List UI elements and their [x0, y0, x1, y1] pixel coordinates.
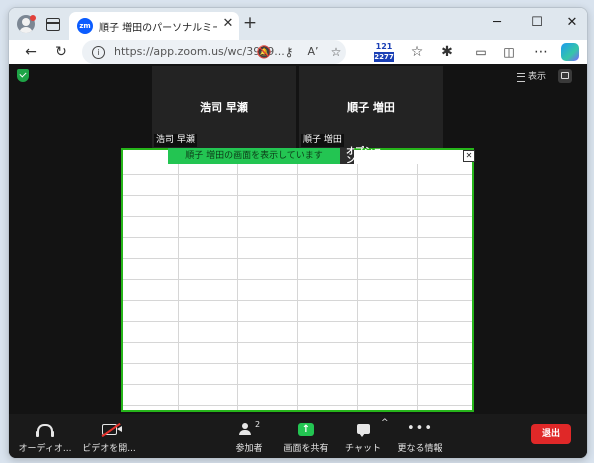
share-screen-button[interactable]: ↑ 画面を共有 [281, 420, 331, 456]
browser-toolbar: ← ↻ i https://app.zoom.us/wc/3909... 🔕 ⚷… [9, 40, 587, 64]
shared-spreadsheet-grid [123, 164, 472, 410]
more-dots-icon: ••• [406, 421, 433, 436]
video-off-icon [101, 423, 122, 435]
more-label: 更なる情報 [397, 444, 443, 454]
participants-label: 参加者 [235, 444, 263, 454]
close-window-button[interactable]: ✕ [561, 14, 583, 32]
chat-icon [356, 424, 370, 437]
participant-label: 浩司 早瀬 [154, 134, 197, 147]
view-button[interactable]: 表示 [517, 69, 546, 85]
read-aloud-icon[interactable]: Aʼ [304, 42, 322, 62]
picture-in-picture-icon[interactable] [558, 69, 572, 83]
leave-button[interactable]: 退出 [531, 424, 571, 444]
share-status-text: 順子 増田の画面を表示しています [168, 148, 340, 164]
share-screen-icon: ↑ [298, 422, 314, 436]
maximize-button[interactable]: ☐ [526, 14, 548, 32]
participant-label: 順子 増田 [301, 134, 344, 147]
view-options-label-1: オプションを表 [346, 147, 383, 166]
tab-title: 順子 増田のパーソナルミーティングルー [99, 23, 217, 34]
tab-strip: zm 順子 増田のパーソナルミーティングルー ✕ + ─ ☐ ✕ [9, 8, 587, 40]
new-tab-button[interactable]: + [241, 14, 259, 32]
participants-icon [238, 423, 254, 435]
headset-icon [36, 423, 54, 437]
cast-icon[interactable]: ▭ [471, 42, 491, 62]
audio-label: オーディオ... [18, 444, 72, 454]
audio-button[interactable]: オーディオ... [13, 420, 77, 456]
notifications-off-icon[interactable]: 🔕 [255, 42, 273, 62]
share-status-bar: 順子 増田の画面を表示しています オプションを表 示 ⌄ [168, 148, 422, 175]
extension-badge-bottom: 2277 [374, 52, 394, 62]
meeting-controls-bar: オーディオ... ビデオを開... 2 参加者 ↑ 画面を共有 チャット ^ •… [9, 414, 587, 458]
more-icon[interactable]: ⋯ [531, 42, 551, 62]
key-icon[interactable]: ⚷ [280, 42, 298, 62]
tab-zoom-meeting[interactable]: zm 順子 増田のパーソナルミーティングルー ✕ [69, 12, 239, 40]
minimize-button[interactable]: ─ [486, 14, 508, 32]
tab-actions-icon[interactable] [46, 18, 60, 31]
favorite-star-icon[interactable]: ☆ [327, 42, 345, 62]
chat-button[interactable]: チャット [343, 420, 383, 456]
participant-tile[interactable]: 順子 増田 順子 増田 [299, 66, 443, 148]
extension-badge-icon[interactable]: 121 2277 [374, 43, 394, 62]
tab-close-icon[interactable]: ✕ [221, 17, 235, 31]
back-icon[interactable]: ← [21, 42, 41, 62]
extensions-icon[interactable]: ✱ [437, 42, 457, 62]
notification-dot [30, 15, 36, 21]
more-button[interactable]: ••• 更なる情報 [395, 420, 445, 456]
shared-screen[interactable] [121, 148, 474, 412]
share-screen-label: 画面を共有 [283, 444, 329, 454]
refresh-icon[interactable]: ↻ [51, 42, 71, 62]
view-options-button[interactable]: オプションを表 示 ⌄ [346, 147, 422, 175]
participants-count: 2 [254, 419, 261, 429]
copilot-icon[interactable] [561, 43, 579, 61]
address-bar[interactable]: i https://app.zoom.us/wc/3909... 🔕 ⚷ Aʼ … [82, 40, 346, 64]
shield-icon[interactable] [17, 69, 29, 82]
participants-button[interactable]: 2 参加者 [227, 420, 271, 456]
browser-window: zm 順子 増田のパーソナルミーティングルー ✕ + ─ ☐ ✕ ← ↻ i h… [8, 7, 588, 459]
participant-name: 浩司 早瀬 [200, 101, 248, 114]
video-button[interactable]: ビデオを開... [77, 420, 141, 456]
grid-icon [517, 72, 525, 82]
view-button-label: 表示 [528, 72, 547, 82]
extension-badge-top: 121 [375, 42, 393, 51]
video-label: ビデオを開... [82, 444, 136, 454]
share-close-icon[interactable]: ✕ [463, 150, 475, 162]
chat-label: チャット [345, 444, 381, 454]
participant-tile[interactable]: 浩司 早瀬 浩司 早瀬 [152, 66, 296, 148]
site-info-icon[interactable]: i [92, 46, 105, 59]
zoom-favicon-icon: zm [77, 18, 93, 34]
star-list-icon[interactable]: ☆ [407, 42, 427, 62]
participant-name: 順子 増田 [347, 101, 395, 114]
split-screen-icon[interactable]: ◫ [499, 42, 519, 62]
chevron-down-icon: ⌄ [414, 150, 422, 160]
view-options-label-2: 示 [374, 165, 384, 175]
zoom-meeting-view: 表示 浩司 早瀬 浩司 早瀬 順子 増田 順子 増田 順子 増田の画面を表示して… [9, 64, 587, 458]
chat-caret-icon[interactable]: ^ [381, 418, 389, 428]
